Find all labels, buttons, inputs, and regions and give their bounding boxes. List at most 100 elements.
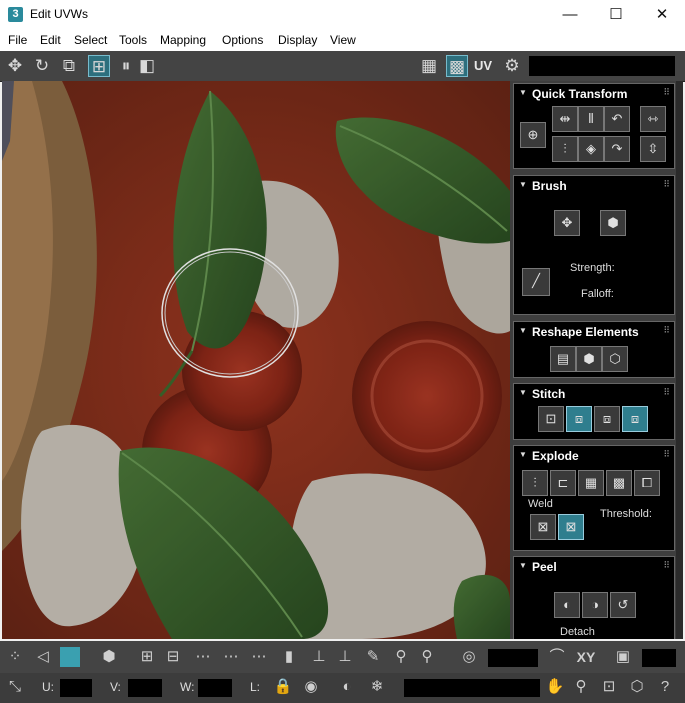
rotate-cw-button[interactable]: ↷	[604, 136, 630, 162]
paint-select-icon[interactable]: ✎	[362, 646, 384, 668]
polygon-mode-icon[interactable]	[60, 647, 80, 667]
edge-loop-icon[interactable]: ⋯	[248, 646, 270, 668]
menu-edit[interactable]: Edit	[40, 33, 61, 47]
stitch-average-button[interactable]: ⧈	[594, 406, 620, 432]
grip-icon[interactable]: ⠿	[663, 87, 670, 98]
peel-title[interactable]: Peel	[532, 560, 557, 574]
explode-by-material-button[interactable]: ▦	[578, 470, 604, 496]
element-mode-icon[interactable]: ⬢	[98, 646, 120, 668]
scale-icon[interactable]: ⧉	[58, 55, 80, 77]
grip-icon[interactable]: ⠿	[663, 179, 670, 190]
freeform-icon[interactable]: ⊞	[88, 55, 110, 77]
checker-icon[interactable]: ▦	[418, 55, 440, 77]
pin-plus-icon[interactable]: ⊥	[334, 646, 356, 668]
grow-selection-icon[interactable]: ⊞	[136, 646, 158, 668]
ring-icon[interactable]: ⋯	[220, 646, 242, 668]
maximize-button[interactable]: ☐	[593, 0, 639, 30]
falloff-curve-button[interactable]: ╱	[522, 268, 550, 296]
uv-viewport[interactable]	[2, 81, 510, 639]
collapse-arrow-icon[interactable]: ▼	[519, 450, 527, 459]
menu-file[interactable]: File	[8, 33, 27, 47]
select-overlap-icon[interactable]: ▮	[278, 646, 300, 668]
paint-move-button[interactable]: ✥	[554, 210, 580, 236]
u-field[interactable]	[60, 679, 92, 697]
align-vertical-button[interactable]: ⦀	[578, 106, 604, 132]
relax-button[interactable]: ⬢	[576, 346, 602, 372]
grip-icon[interactable]: ⠿	[663, 325, 670, 336]
pan-icon[interactable]: ✋	[544, 676, 566, 698]
rotate-icon[interactable]: ↻	[31, 55, 53, 77]
show-hidden-icon[interactable]: ◉	[300, 676, 322, 698]
space-horizontal-button[interactable]: ⇿	[640, 106, 666, 132]
menu-select[interactable]: Select	[74, 33, 107, 47]
transform-gizmo-button[interactable]: ⊕	[520, 122, 546, 148]
collapse-arrow-icon[interactable]: ▼	[519, 561, 527, 570]
panel-scrollbar[interactable]	[676, 81, 683, 639]
reshape-elements-title[interactable]: Reshape Elements	[532, 325, 639, 339]
flip-icon[interactable]: ◧	[136, 55, 158, 77]
texture-dropdown[interactable]	[529, 56, 675, 76]
frame-selected-icon[interactable]: ⬡	[626, 676, 648, 698]
vertex-mode-icon[interactable]: ◁	[32, 646, 54, 668]
stitch-custom-button[interactable]: ⊡	[538, 406, 564, 432]
menu-view[interactable]: View	[330, 33, 356, 47]
settings-icon[interactable]: ⚙	[501, 55, 523, 77]
help-icon[interactable]: ?	[654, 676, 676, 698]
weld-all-button[interactable]: ⊠	[558, 514, 584, 540]
select-by-element-icon[interactable]: ⁘	[4, 646, 26, 668]
grip-icon[interactable]: ⠿	[663, 560, 670, 571]
soft-selection-icon[interactable]: ◎	[458, 646, 480, 668]
checker-pattern-icon[interactable]: ▩	[446, 55, 468, 77]
menu-tools[interactable]: Tools	[119, 33, 147, 47]
w-field[interactable]	[198, 679, 232, 697]
distance-mode-icon[interactable]: ▣	[612, 646, 634, 668]
relax-options-button[interactable]: ⬡	[602, 346, 628, 372]
grip-icon[interactable]: ⠿	[663, 387, 670, 398]
explode-by-element-button[interactable]: ⧠	[634, 470, 660, 496]
menu-mapping[interactable]: Mapping	[160, 33, 206, 47]
mirror-icon[interactable]: ⏸	[115, 55, 137, 77]
space-vertical-button[interactable]: ⇳	[640, 136, 666, 162]
menu-options[interactable]: Options	[222, 33, 263, 47]
align-center-button[interactable]: ⫶	[552, 136, 578, 162]
falloff-type-icon[interactable]: ⌒	[546, 646, 568, 668]
freeze-icon[interactable]: ❄	[366, 676, 388, 698]
lock-icon[interactable]: 🔒	[272, 676, 294, 698]
limit-field[interactable]	[642, 649, 676, 667]
rotate-ccw-button[interactable]: ↶	[604, 106, 630, 132]
quick-transform-title[interactable]: Quick Transform	[532, 87, 627, 101]
paint-grow-icon[interactable]: ⚲	[390, 646, 412, 668]
xy-toggle[interactable]: XY	[572, 646, 600, 668]
peel-mode-button[interactable]: ◑	[582, 592, 608, 618]
collapse-arrow-icon[interactable]: ▼	[519, 326, 527, 335]
collapse-arrow-icon[interactable]: ▼	[519, 180, 527, 189]
stitch-to-source-button[interactable]: ⧈	[566, 406, 592, 432]
zoom-region-icon[interactable]: ⊡	[598, 676, 620, 698]
straighten-button[interactable]: ▤	[550, 346, 576, 372]
minimize-button[interactable]: —	[547, 0, 593, 30]
hide-icon[interactable]: ◐	[336, 676, 358, 698]
relax-brush-button[interactable]: ⬢	[600, 210, 626, 236]
quick-peel-button[interactable]: ◐	[554, 592, 580, 618]
explode-title[interactable]: Explode	[532, 449, 579, 463]
reset-peel-button[interactable]: ↺	[610, 592, 636, 618]
close-button[interactable]: ✕	[639, 0, 685, 30]
shrink-selection-icon[interactable]: ⊟	[162, 646, 184, 668]
zoom-icon[interactable]: ⚲	[570, 676, 592, 698]
falloff-value-field[interactable]	[488, 649, 538, 667]
uv-label[interactable]: UV	[474, 58, 492, 73]
modifier-dropdown[interactable]	[404, 679, 540, 697]
paint-shrink-icon[interactable]: ⚲	[416, 646, 438, 668]
move-icon[interactable]: ✥	[4, 55, 26, 77]
explode-by-polygon-button[interactable]: ▩	[606, 470, 632, 496]
axis-icon[interactable]: ⤡	[4, 676, 26, 698]
collapse-arrow-icon[interactable]: ▼	[519, 88, 527, 97]
brush-title[interactable]: Brush	[532, 179, 567, 193]
align-horizontal-button[interactable]: ⇹	[552, 106, 578, 132]
break-button[interactable]: ⫶	[522, 470, 548, 496]
collapse-arrow-icon[interactable]: ▼	[519, 388, 527, 397]
stitch-title[interactable]: Stitch	[532, 387, 565, 401]
weld-selected-button[interactable]: ⊠	[530, 514, 556, 540]
loop-icon[interactable]: ⋯	[192, 646, 214, 668]
v-field[interactable]	[128, 679, 162, 697]
